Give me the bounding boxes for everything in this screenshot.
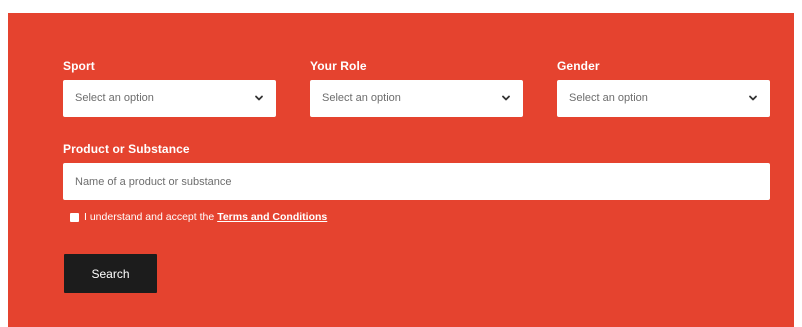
product-label: Product or Substance xyxy=(63,142,190,156)
chevron-down-icon xyxy=(749,95,757,101)
search-button[interactable]: Search xyxy=(64,254,157,293)
sport-select-value: Select an option xyxy=(75,92,154,104)
gender-select-value: Select an option xyxy=(569,92,648,104)
terms-text: I understand and accept the xyxy=(84,211,215,223)
role-select[interactable]: Select an option xyxy=(310,80,523,117)
product-search-input[interactable] xyxy=(63,163,770,200)
role-label: Your Role xyxy=(310,59,367,73)
sport-select[interactable]: Select an option xyxy=(63,80,276,117)
role-select-value: Select an option xyxy=(322,92,401,104)
terms-row: I understand and accept the Terms and Co… xyxy=(70,211,327,223)
sport-label: Sport xyxy=(63,59,95,73)
terms-link[interactable]: Terms and Conditions xyxy=(217,211,327,223)
gender-select[interactable]: Select an option xyxy=(557,80,770,117)
terms-checkbox[interactable] xyxy=(70,212,79,222)
chevron-down-icon xyxy=(255,95,263,101)
chevron-down-icon xyxy=(502,95,510,101)
gender-label: Gender xyxy=(557,59,600,73)
